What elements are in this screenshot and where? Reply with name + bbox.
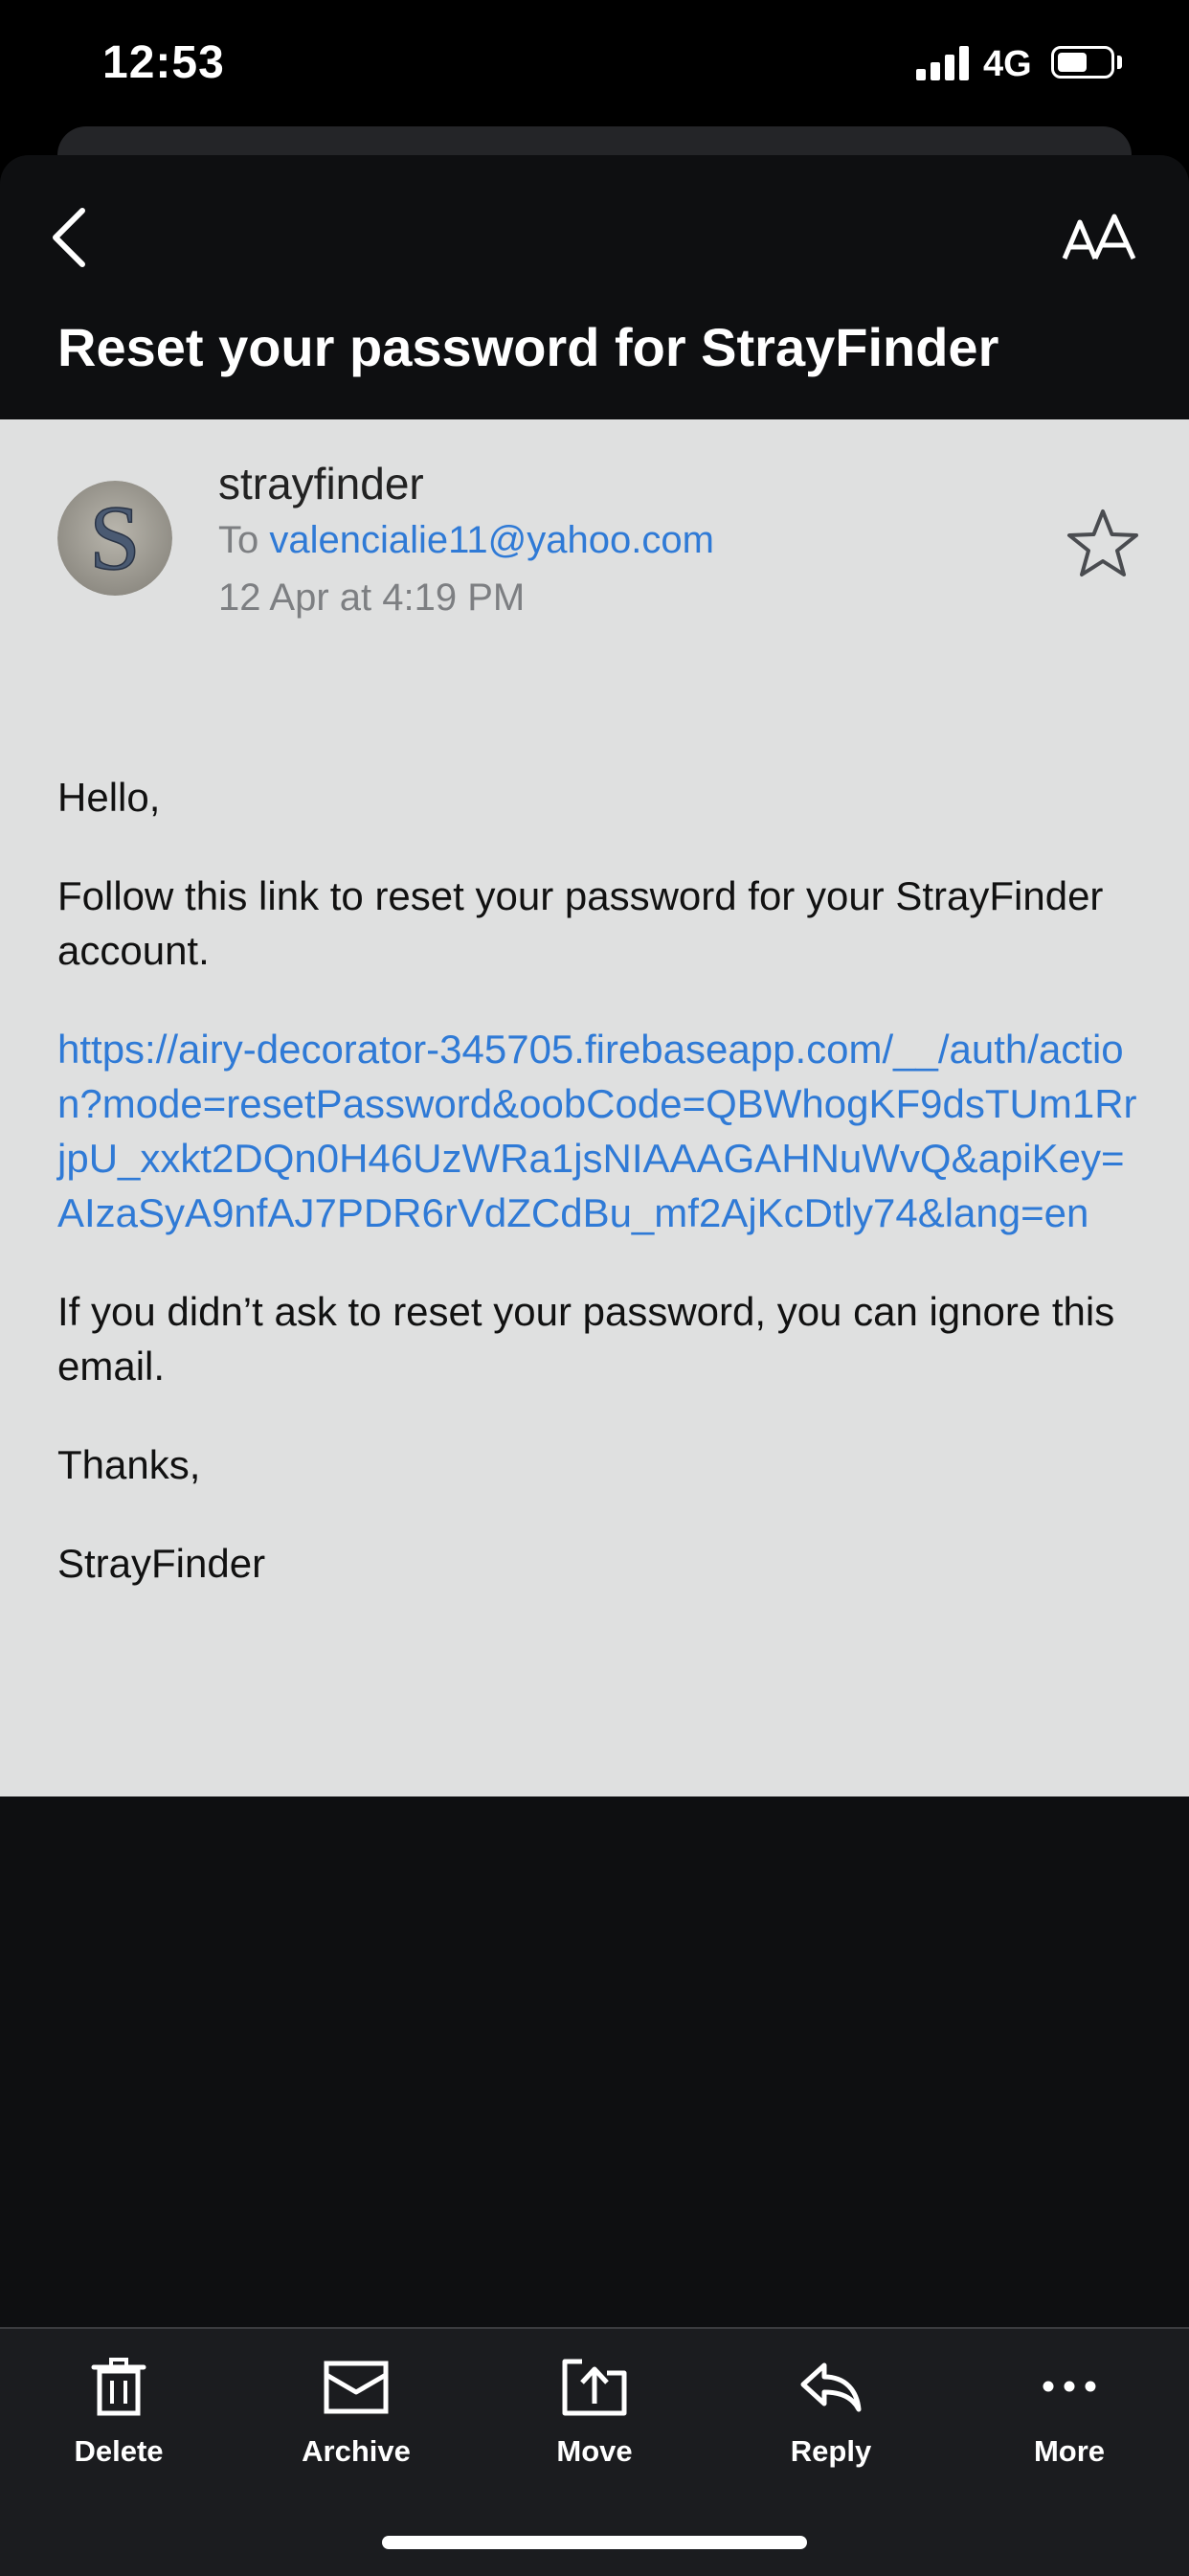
move-label: Move [556, 2434, 633, 2468]
status-time: 12:53 [102, 37, 225, 88]
status-bar: 12:53 4G [0, 0, 1189, 134]
signal-strength-icon [916, 46, 970, 80]
font-size-icon [1062, 214, 1136, 260]
archive-icon [324, 2361, 389, 2414]
back-button[interactable] [42, 197, 100, 274]
message-header: Reset your password for StrayFinder [0, 155, 1189, 419]
home-indicator[interactable] [382, 2536, 807, 2549]
text-size-button[interactable] [1061, 211, 1137, 268]
message-text: Hello, Follow this link to reset your pa… [57, 770, 1139, 1635]
avatar-letter: S [89, 486, 140, 589]
chevron-left-icon [53, 208, 85, 267]
reply-icon [800, 2362, 862, 2412]
email-date: 12 Apr at 4:19 PM [218, 576, 526, 619]
email-subject: Reset your password for StrayFinder [57, 317, 999, 377]
email-body: S strayfinder To valencialie11@yahoo.com… [0, 419, 1189, 1796]
ignore-paragraph: If you didn’t ask to reset your password… [57, 1289, 1115, 1389]
reply-button[interactable]: Reply [735, 2356, 927, 2490]
archive-button[interactable]: Archive [260, 2356, 452, 2490]
delete-label: Delete [74, 2434, 164, 2468]
reset-password-link[interactable]: https://airy-decorator-345705.firebaseap… [57, 1027, 1137, 1235]
recipient-line: To valencialie11@yahoo.com [218, 519, 714, 562]
battery-icon [1051, 46, 1114, 79]
move-icon [562, 2359, 627, 2416]
thanks: Thanks, [57, 1442, 201, 1487]
greeting: Hello, [57, 775, 161, 820]
battery-tip [1117, 56, 1122, 69]
delete-button[interactable]: Delete [23, 2356, 214, 2490]
empty-area [0, 1796, 1189, 2327]
more-button[interactable]: More [974, 2356, 1165, 2490]
network-type: 4G [983, 44, 1032, 84]
intro-paragraph: Follow this link to reset your password … [57, 873, 1104, 973]
sender-avatar: S [57, 481, 172, 596]
signature: StrayFinder [57, 1541, 266, 1586]
star-button[interactable] [1065, 506, 1141, 582]
archive-label: Archive [302, 2434, 411, 2468]
reply-label: Reply [790, 2434, 872, 2468]
trash-icon [91, 2358, 146, 2416]
recipient-address[interactable]: valencialie11@yahoo.com [269, 519, 714, 561]
sender-name: strayfinder [218, 459, 424, 508]
to-prefix: To [218, 519, 259, 561]
star-icon [1067, 509, 1138, 576]
move-button[interactable]: Move [499, 2356, 690, 2490]
more-label: More [1033, 2434, 1106, 2468]
more-icon [1043, 2381, 1096, 2392]
